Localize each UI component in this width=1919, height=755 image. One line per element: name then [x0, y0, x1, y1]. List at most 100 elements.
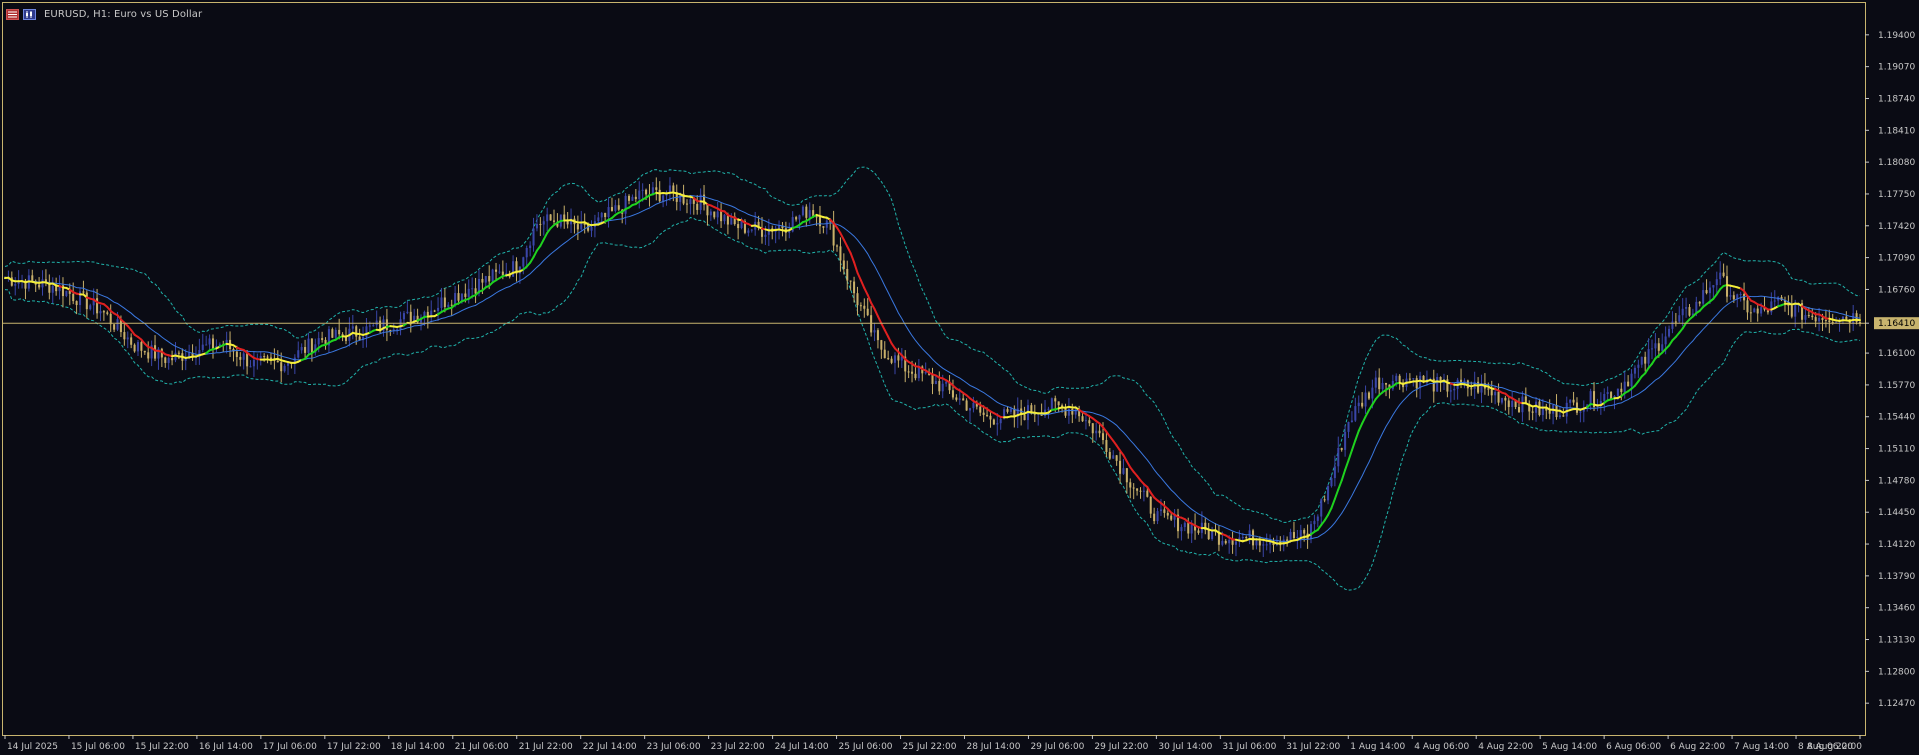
candle-body [880, 340, 883, 350]
candle-body [235, 351, 238, 357]
candle-body [1149, 496, 1152, 514]
y-tick-label: 1.12800 [1878, 667, 1915, 677]
candle-body [287, 362, 290, 366]
candle-body [365, 326, 368, 337]
candle-body [1350, 420, 1353, 422]
y-tick-label: 1.18740 [1878, 94, 1915, 104]
candle-body [1715, 279, 1718, 286]
candle-body [1674, 321, 1677, 323]
candle-body [1412, 378, 1415, 380]
candle-body [853, 281, 856, 294]
candle-body [1749, 312, 1752, 314]
candle-body [1009, 408, 1012, 412]
candle-body [1470, 388, 1473, 390]
price-axis[interactable]: 1.19400 1.19070 1.18740 1.18410 1.18080 1.177… [1865, 31, 1915, 709]
candle-body [951, 390, 954, 398]
candle-body [1756, 308, 1759, 314]
candle-body [433, 310, 436, 312]
candle-body [1702, 290, 1705, 304]
candlestick-icon[interactable] [23, 8, 36, 20]
time-axis[interactable]: 14 Jul 2025 15 Jul 06:00 15 Jul 22:00 16 Ju… [4, 735, 1862, 752]
candle-body [624, 195, 627, 214]
ma-segment [870, 301, 876, 311]
candle-body [1088, 420, 1091, 424]
symbol-title: EURUSD, H1: Euro vs US Dollar [44, 8, 203, 20]
ma-segment [1125, 460, 1132, 469]
candle-body [259, 356, 262, 359]
candle-body [55, 285, 58, 292]
candle-body [252, 360, 255, 367]
candle-body [1790, 305, 1793, 317]
x-tick-label: 5 Aug 14:00 [1542, 742, 1597, 752]
candle-body [1190, 524, 1193, 534]
candle-body [399, 319, 402, 330]
candle-body [1371, 387, 1374, 399]
candle-body [1330, 478, 1333, 487]
ma-segment [1337, 479, 1343, 491]
candle-body [75, 301, 78, 306]
candle-body [1623, 381, 1626, 392]
candle-body [1521, 396, 1524, 413]
candle-body [1541, 407, 1544, 416]
candle-body [876, 330, 879, 341]
ma-segment [1350, 439, 1357, 452]
candle-body [822, 226, 825, 228]
candle-body [805, 206, 808, 218]
candle-body [1657, 343, 1660, 351]
candle-body [1313, 520, 1316, 525]
candle-body [839, 246, 842, 261]
candle-body [133, 344, 136, 352]
ma-segment [1333, 488, 1340, 500]
candle-body [911, 371, 914, 374]
candle-body [1589, 391, 1592, 405]
x-tick-label: 21 Jul 22:00 [519, 742, 573, 752]
candle-body [1500, 397, 1503, 403]
chart-window[interactable]: 1.19400 1.19070 1.18740 1.18410 1.18080 1.177… [0, 0, 1919, 755]
candle-body [723, 214, 726, 222]
candle-body [167, 358, 170, 363]
grid-icon[interactable] [6, 8, 19, 20]
x-tick-label: 4 Aug 22:00 [1478, 742, 1533, 752]
x-tick-label: 30 Jul 14:00 [1158, 742, 1212, 752]
candle-body [842, 260, 845, 269]
candle-body [239, 356, 242, 360]
candle-body [795, 217, 798, 220]
candle-body [1688, 307, 1691, 316]
ma-segment [859, 279, 866, 290]
candle-body [996, 423, 999, 425]
candle-body [798, 215, 801, 220]
candle-body [242, 353, 245, 360]
ma-segment [856, 271, 862, 282]
candle-body [1565, 402, 1568, 417]
candle-body [600, 212, 603, 218]
price-chart[interactable]: 1.19400 1.19070 1.18740 1.18410 1.18080 1.177… [0, 0, 1919, 755]
candle-body [955, 397, 958, 400]
candle-body [1327, 486, 1330, 501]
candle-body [1333, 466, 1336, 479]
candle-body [1719, 272, 1722, 280]
candle-body [1712, 285, 1715, 288]
candle-body [140, 342, 143, 351]
candle-body [887, 358, 890, 360]
candle-body [457, 293, 460, 301]
candle-body [1316, 516, 1319, 521]
candle-body [1337, 448, 1340, 467]
x-tick-label: 1 Aug 14:00 [1350, 742, 1405, 752]
candle-body [1449, 390, 1452, 392]
candle-body [1367, 392, 1370, 399]
candle-body [126, 337, 129, 340]
candle-body [863, 305, 866, 309]
candle-body [460, 293, 463, 301]
candle-body [1248, 530, 1251, 538]
candle-body [883, 349, 886, 359]
candle-body [1807, 315, 1810, 317]
candle-body [1221, 540, 1224, 545]
y-tick-label: 1.18410 [1878, 126, 1915, 136]
x-tick-label: 15 Jul 06:00 [71, 742, 125, 752]
ma-segment [1361, 415, 1367, 425]
candle-body [14, 284, 17, 286]
candle-body [1299, 530, 1302, 537]
candle-body [1490, 389, 1493, 396]
candle-body [597, 217, 600, 222]
y-tick-label: 1.19400 [1878, 31, 1915, 41]
